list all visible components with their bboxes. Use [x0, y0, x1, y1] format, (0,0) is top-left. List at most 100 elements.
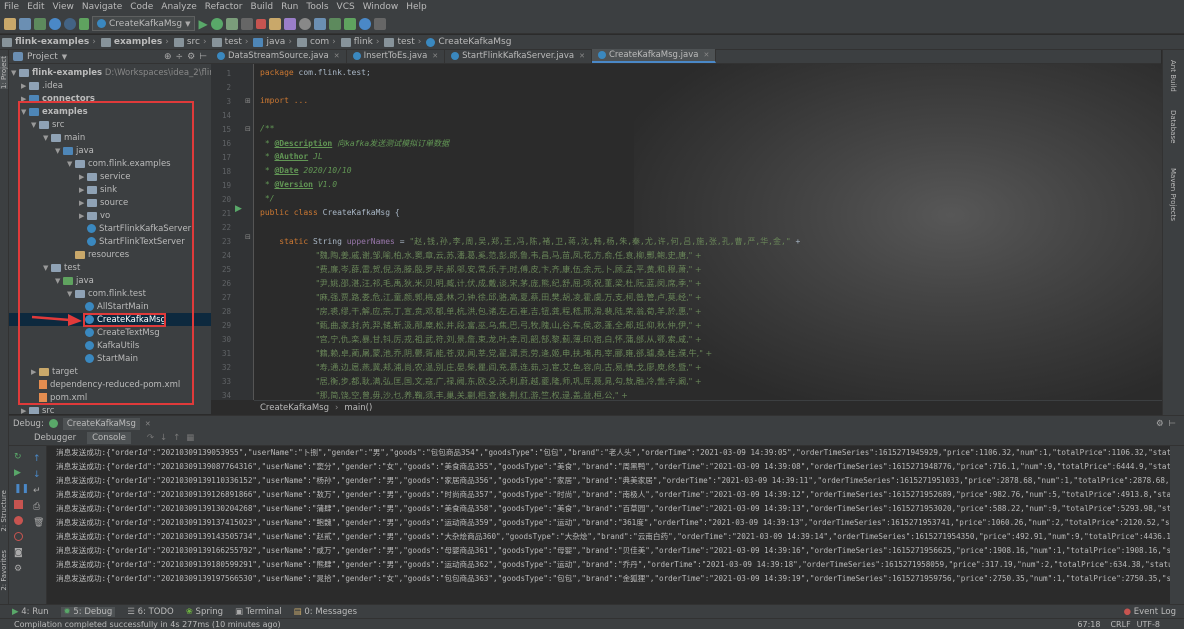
coverage-icon[interactable] [225, 17, 238, 30]
project-tool-button[interactable]: 1: Project [0, 56, 8, 89]
maven-tool-button[interactable]: Maven Projects [1169, 168, 1177, 221]
breadcrumb-item[interactable]: test › [211, 37, 252, 47]
console-output[interactable]: 消息发送成功:{"orderId":"20210309139053955","u… [47, 446, 1170, 604]
save-icon[interactable] [19, 17, 31, 30]
tree-item[interactable]: ▶ sink [79, 183, 117, 196]
structure-tool-button[interactable]: 2: Structure [0, 490, 8, 532]
run-tool-button[interactable]: ▶ 4: Run [12, 607, 49, 617]
tree-item[interactable]: ▼ examples [21, 105, 88, 118]
gear-icon[interactable]: ⚙ [14, 564, 22, 574]
tab-datastreamsource[interactable]: DataStreamSource.java ✕ [211, 49, 347, 63]
tree-item[interactable]: ▶ target [31, 365, 78, 378]
menu-help[interactable]: Help [402, 2, 431, 12]
resume-icon[interactable]: ▶ [14, 468, 21, 478]
spring-tool-button[interactable]: ❀ Spring [186, 607, 223, 617]
close-icon[interactable]: ✕ [703, 51, 709, 59]
camera-icon[interactable]: ◙ [14, 548, 23, 558]
tree-item[interactable]: ▼ com.flink.examples [67, 157, 171, 170]
soft-wrap-icon[interactable]: ↵ [33, 486, 41, 496]
menu-analyze[interactable]: Analyze [157, 2, 200, 12]
sync-icon[interactable] [34, 17, 46, 30]
tree-item[interactable]: ▼ main [43, 131, 85, 144]
tree-item[interactable]: ▼ java [55, 274, 94, 287]
search-everywhere-icon[interactable] [358, 17, 371, 30]
breadcrumb-item[interactable]: CreateKafkaMsg [426, 37, 511, 47]
sdk-icon[interactable] [328, 17, 341, 30]
favorites-tool-button[interactable]: 2: Favorites [0, 550, 8, 591]
vcs-update-icon[interactable] [268, 17, 281, 30]
menu-build[interactable]: Build [247, 2, 278, 12]
tab-startflinkkafkaserver[interactable]: StartFlinkKafkaServer.java ✕ [445, 49, 592, 63]
print-icon[interactable]: ⎙ [33, 502, 40, 512]
vcs-commit-icon[interactable] [283, 17, 296, 30]
tree-item[interactable]: StartFlinkKafkaServer [87, 222, 191, 235]
gear-icon[interactable]: ⚙ [187, 52, 195, 62]
step-over-icon[interactable]: ↷ [147, 433, 154, 443]
close-icon[interactable]: ✕ [579, 52, 585, 60]
messages-tool-button[interactable]: ▤ 0: Messages [294, 607, 357, 617]
debug-icon[interactable] [210, 17, 223, 30]
help-icon[interactable] [373, 17, 386, 30]
breadcrumb-item[interactable]: flink › [340, 37, 383, 47]
file-encoding[interactable]: UTF-8 [1137, 620, 1160, 629]
open-folder-icon[interactable] [4, 17, 16, 30]
menu-navigate[interactable]: Navigate [78, 2, 126, 12]
menu-window[interactable]: Window [359, 2, 403, 12]
tree-item[interactable]: pom.xml [39, 391, 87, 404]
view-breakpoints-icon[interactable] [14, 516, 23, 525]
tree-item[interactable]: AllStartMain [85, 300, 149, 313]
tree-item[interactable]: ▼ com.flink.test [67, 287, 146, 300]
tree-item-selected[interactable]: CreateKafkaMsg [85, 313, 166, 326]
tree-item[interactable]: ▶ service [79, 170, 130, 183]
menu-edit[interactable]: Edit [23, 2, 48, 12]
close-icon[interactable]: ✕ [145, 420, 151, 428]
hide-icon[interactable]: ⊢ [1169, 419, 1176, 429]
line-separator[interactable]: CRLF [1110, 620, 1130, 629]
evaluate-icon[interactable]: ▦ [186, 433, 194, 443]
trash-icon[interactable]: 🗑 [33, 518, 44, 528]
fold-icon[interactable]: ⊟ [245, 125, 251, 133]
breadcrumb-item[interactable]: com › [296, 37, 339, 47]
profile-icon[interactable] [240, 17, 253, 30]
breadcrumb-method[interactable]: main() [344, 403, 372, 413]
tree-item[interactable]: KafkaUtils [85, 339, 139, 352]
code-editor[interactable]: package com.flink.test; import ... /** *… [254, 64, 1162, 400]
event-log-button[interactable]: ● Event Log [1124, 607, 1176, 617]
tree-item[interactable]: ▶ src [21, 404, 54, 414]
tab-createkafkamsg[interactable]: CreateKafkaMsg.java ✕ [591, 49, 717, 63]
breadcrumb-item[interactable]: java › [253, 37, 294, 47]
tab-inserttoes[interactable]: InsertToEs.java ✕ [347, 49, 446, 63]
down-icon[interactable]: ↓ [33, 470, 41, 480]
pause-icon[interactable]: ❚❚ [14, 484, 29, 494]
menu-refactor[interactable]: Refactor [201, 2, 247, 12]
tree-item[interactable]: ▶ .idea [21, 79, 63, 92]
mute-breakpoints-icon[interactable] [14, 532, 23, 541]
forward-icon[interactable] [64, 17, 76, 30]
menu-view[interactable]: View [49, 2, 78, 12]
tree-item[interactable]: resources [67, 248, 129, 261]
breadcrumb-item[interactable]: test › [384, 37, 424, 47]
fold-icon[interactable]: ⊟ [245, 233, 251, 241]
run-icon[interactable]: ▶ [198, 17, 207, 31]
step-into-icon[interactable]: ↓ [160, 433, 167, 443]
debug-session-tab[interactable]: CreateKafkaMsg [62, 417, 140, 430]
locate-icon[interactable]: ⊕ [164, 52, 172, 62]
ant-build-tool-button[interactable]: Ant Build [1169, 60, 1177, 92]
up-icon[interactable]: ↑ [33, 454, 41, 464]
run-config-selector[interactable]: CreateKafkaMsg ▼ [92, 16, 196, 31]
tree-item[interactable]: ▶ vo [79, 209, 110, 222]
debug-tool-button[interactable]: ✹ 5: Debug [60, 606, 116, 617]
console-scrollbar[interactable] [1170, 446, 1184, 604]
database-tool-button[interactable]: Database [1169, 110, 1177, 143]
project-structure-icon[interactable] [313, 17, 326, 30]
fold-icon[interactable]: ⊞ [245, 97, 251, 105]
close-icon[interactable]: ✕ [432, 52, 438, 60]
tree-item[interactable]: ▼ java [55, 144, 94, 157]
step-out-icon[interactable]: ↑ [173, 433, 180, 443]
build-icon[interactable] [79, 17, 89, 30]
tree-item[interactable]: dependency-reduced-pom.xml [39, 378, 180, 391]
back-icon[interactable] [49, 17, 61, 30]
hide-icon[interactable]: ⊢ [199, 52, 207, 62]
cursor-position[interactable]: 67:18 [1077, 620, 1100, 629]
tree-item[interactable]: ▼ src [31, 118, 64, 131]
